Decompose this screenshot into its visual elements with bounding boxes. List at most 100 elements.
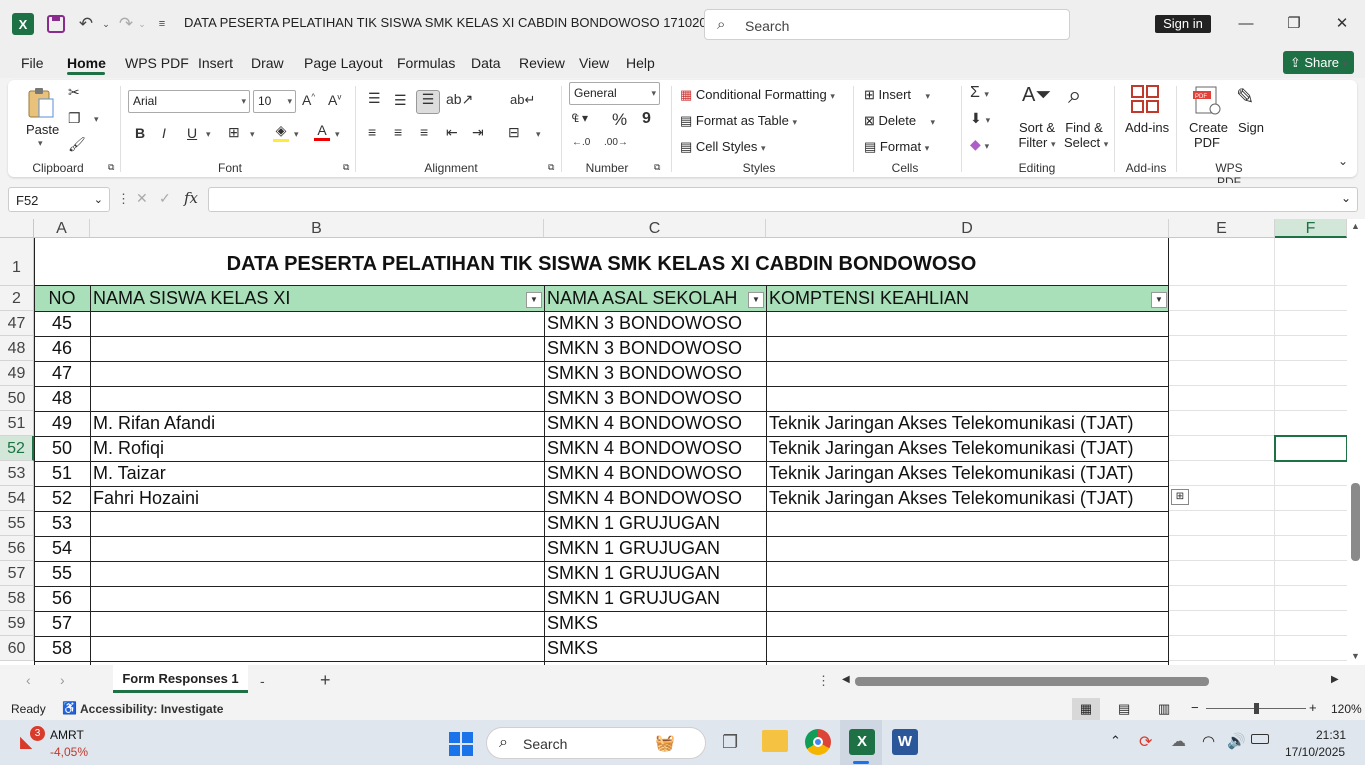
row-number-cell[interactable]: 45 [34, 311, 90, 336]
customize-qat-icon[interactable]: ≡ [150, 12, 174, 36]
decrease-decimal-icon[interactable]: .00→ [604, 137, 628, 148]
school-cell[interactable]: SMKN 1 GRUJUGAN [544, 586, 766, 611]
clock-date[interactable]: 17/10/2025 [1285, 745, 1345, 759]
number-launcher-icon[interactable]: ⧉ [654, 162, 660, 173]
column-header-e[interactable]: E [1169, 219, 1275, 238]
filter-dropdown-icon[interactable]: ▼ [526, 292, 542, 308]
column-title[interactable]: KOMPTENSI KEAHLIAN [766, 286, 1169, 311]
sign-button[interactable]: Sign [1238, 120, 1264, 135]
row-number-cell[interactable]: 55 [34, 561, 90, 586]
cut-icon[interactable]: ✂ [68, 84, 80, 101]
row-header[interactable]: 56 [0, 536, 34, 561]
select-all-corner[interactable] [0, 219, 34, 238]
row-header[interactable]: 55 [0, 511, 34, 536]
row-number-cell[interactable]: 54 [34, 536, 90, 561]
align-left-icon[interactable]: ≡ [368, 124, 376, 140]
quick-analysis-icon[interactable]: ⊞ [1171, 489, 1189, 505]
row-number-cell[interactable]: 46 [34, 336, 90, 361]
orientation-icon[interactable]: ab↗ [446, 91, 473, 108]
add-ins-icon[interactable] [1130, 84, 1160, 117]
copy-icon[interactable]: ❐ [68, 110, 81, 127]
add-ins-button[interactable]: Add-ins [1125, 120, 1169, 135]
tab-view[interactable]: View [579, 55, 609, 71]
scrollbar-thumb[interactable] [1351, 483, 1360, 561]
scroll-left-icon[interactable]: ◀ [842, 674, 850, 685]
show-hidden-icons[interactable]: ⌃ [1110, 733, 1121, 749]
school-cell[interactable]: SMKN 1 GRUJUGAN [544, 561, 766, 586]
skill-cell[interactable]: Teknik Jaringan Akses Telekomunikasi (TJ… [766, 436, 1169, 461]
column-title[interactable]: NAMA SISWA KELAS XI [90, 286, 544, 311]
sync-icon[interactable]: ⟳ [1139, 732, 1152, 752]
row-number-cell[interactable]: 58 [34, 636, 90, 661]
sign-in-button[interactable]: Sign in [1155, 15, 1211, 33]
zoom-level[interactable]: 120% [1331, 702, 1362, 716]
word-taskbar-icon[interactable]: W [892, 729, 918, 755]
add-sheet-button[interactable]: + [320, 670, 331, 691]
search-box[interactable]: ⌕ Search [704, 9, 1070, 40]
find-select-icon[interactable]: ⌕ [1068, 82, 1081, 110]
name-box[interactable]: F52 ⌄ [8, 187, 110, 212]
row-number-cell[interactable]: 53 [34, 511, 90, 536]
row-number-cell[interactable]: 47 [34, 361, 90, 386]
clipboard-launcher-icon[interactable]: ⧉ [108, 162, 114, 173]
sheet-tab-form-responses[interactable]: Form Responses 1 [113, 665, 248, 693]
worksheet-grid[interactable]: A B C D E F 1 2 47 48 49 50 51 52 53 54 55 56 57 58 59… [0, 219, 1365, 665]
font-color-dropdown-icon[interactable]: ▾ [335, 129, 340, 140]
format-painter-icon[interactable]: 🖌 [68, 136, 86, 153]
insert-function-button[interactable]: fx [184, 189, 198, 207]
skill-cell[interactable]: Teknik Jaringan Akses Telekomunikasi (TJ… [766, 486, 1169, 511]
zoom-slider-thumb[interactable] [1254, 703, 1259, 714]
minimize-button[interactable]: — [1231, 12, 1261, 36]
clear-icon[interactable]: ◆ ▾ [970, 136, 989, 153]
copy-dropdown-icon[interactable]: ▾ [94, 114, 99, 125]
school-cell[interactable]: SMKN 4 BONDOWOSO [544, 411, 766, 436]
column-header-b[interactable]: B [90, 219, 544, 238]
student-name-cell[interactable]: M. Taizar [90, 461, 544, 486]
taskbar-search[interactable]: ⌕ Search 🧺 [486, 727, 706, 759]
tab-file[interactable]: File [21, 55, 44, 71]
autosum-icon[interactable]: Σ ▾ [970, 84, 989, 102]
accessibility-icon[interactable]: ♿ [62, 701, 77, 715]
create-pdf-button[interactable]: Create PDF [1189, 120, 1228, 150]
student-name-cell[interactable]: M. Rofiqi [90, 436, 544, 461]
row-number-cell[interactable]: 48 [34, 386, 90, 411]
tab-wps-pdf[interactable]: WPS PDF [125, 55, 189, 71]
currency-icon[interactable]: ₠ ▾ [572, 111, 588, 125]
tab-data[interactable]: Data [471, 55, 501, 71]
school-cell[interactable]: SMKS [544, 636, 766, 661]
share-button[interactable]: ⇪ Share ▾ [1283, 51, 1354, 74]
underline-button[interactable]: U [187, 125, 197, 141]
decrease-font-icon[interactable]: Av [328, 92, 341, 108]
row-number-cell[interactable]: 56 [34, 586, 90, 611]
increase-font-icon[interactable]: A^ [302, 92, 315, 108]
paste-dropdown-icon[interactable]: ▾ [38, 138, 43, 149]
paste-label[interactable]: Paste [26, 122, 59, 137]
paste-icon[interactable] [24, 86, 58, 120]
align-center-icon[interactable]: ≡ [394, 124, 402, 140]
student-name-cell[interactable]: M. Rifan Afandi [90, 411, 544, 436]
align-middle-icon[interactable]: ☰ [394, 92, 407, 109]
school-cell[interactable]: SMKN 4 BONDOWOSO [544, 436, 766, 461]
row-header[interactable]: 58 [0, 586, 34, 611]
row-number-cell[interactable]: 52 [34, 486, 90, 511]
column-header-f[interactable]: F [1275, 219, 1347, 238]
restore-button[interactable]: ❐ [1279, 12, 1309, 36]
tab-formulas[interactable]: Formulas [397, 55, 455, 71]
font-size-box[interactable]: 10 ▾ [253, 90, 296, 113]
column-title[interactable]: NAMA ASAL SEKOLAH [544, 286, 766, 311]
wrap-text-icon[interactable]: ab↵ [510, 92, 535, 108]
column-header-a[interactable]: A [34, 219, 90, 238]
decrease-indent-icon[interactable]: ⇤ [446, 124, 458, 141]
column-header-c[interactable]: C [544, 219, 766, 238]
borders-icon[interactable]: ⊞ [228, 124, 240, 141]
row-number-cell[interactable]: 50 [34, 436, 90, 461]
school-cell[interactable]: SMKN 1 GRUJUGAN [544, 536, 766, 561]
row-header[interactable]: 2 [0, 286, 34, 311]
row-header[interactable]: 49 [0, 361, 34, 386]
scroll-up-icon[interactable]: ▲ [1351, 221, 1360, 231]
row-header[interactable]: 51 [0, 411, 34, 436]
school-cell[interactable]: SMKN 4 BONDOWOSO [544, 461, 766, 486]
cancel-icon[interactable]: ✕ [136, 190, 148, 207]
sheet-tab-dash[interactable]: - [260, 673, 265, 689]
delete-cells-button[interactable]: ⊠ Delete ▾ [864, 113, 935, 129]
